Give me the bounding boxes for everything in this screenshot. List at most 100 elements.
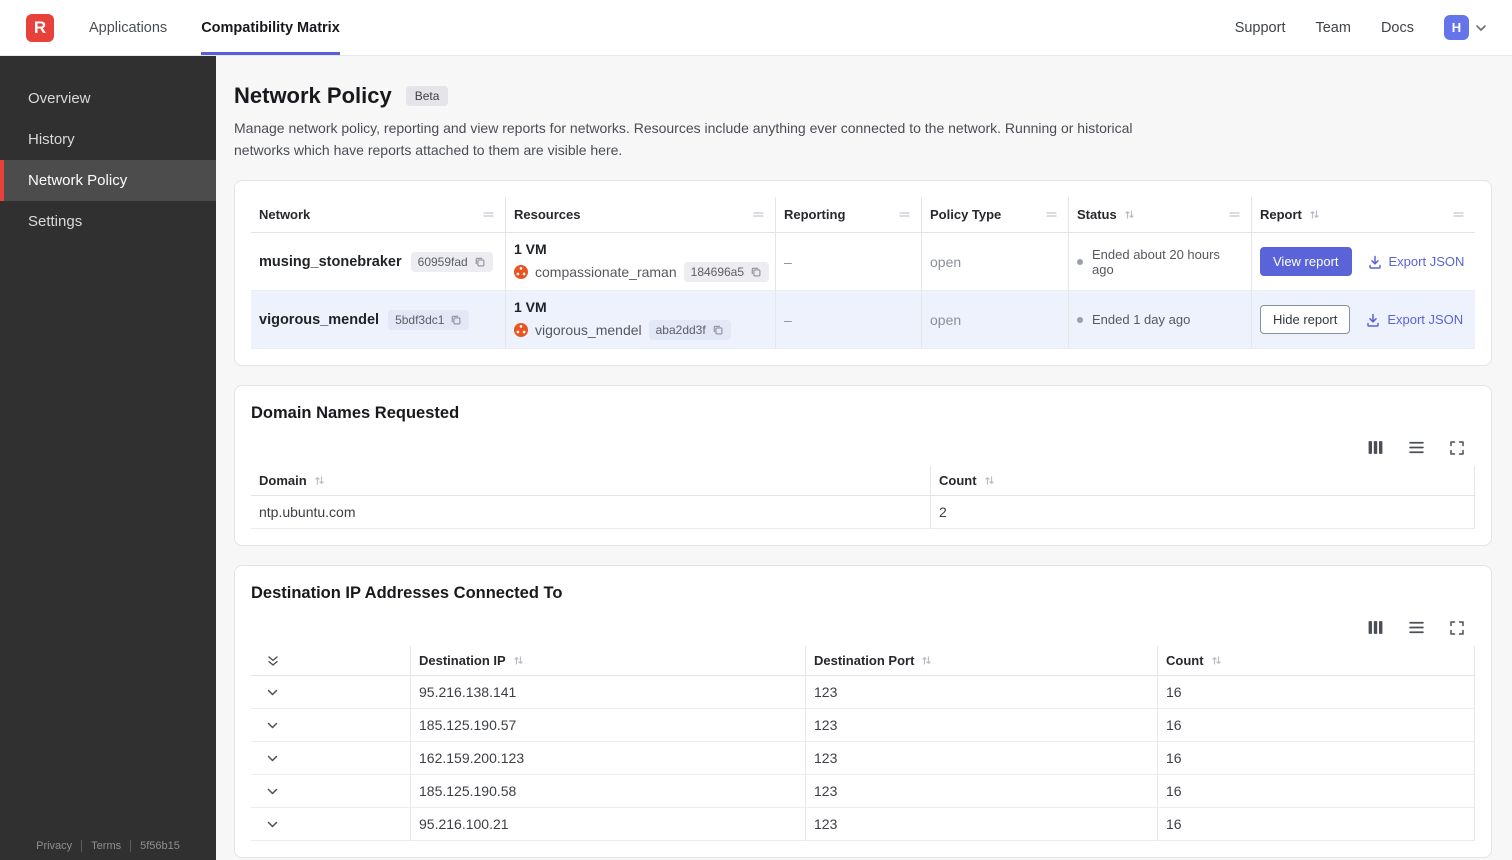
column-header-resources[interactable]: Resources [506, 197, 776, 234]
row-expander-cell [251, 676, 411, 710]
sidebar-footer: Privacy Terms 5f56b15 [0, 840, 216, 852]
columns-icon[interactable] [1367, 439, 1384, 456]
fullscreen-icon[interactable] [1449, 440, 1465, 456]
view-report-button[interactable]: View report [1260, 247, 1352, 277]
row-density-icon[interactable] [1408, 439, 1425, 456]
column-header-count[interactable]: Count [1158, 646, 1475, 677]
ubuntu-icon [514, 265, 528, 280]
column-header-policy-type[interactable]: Policy Type [922, 197, 1069, 234]
count-cell: 16 [1158, 742, 1475, 776]
copy-icon[interactable] [712, 324, 724, 336]
column-label: Domain [259, 473, 307, 489]
chevron-down-icon[interactable] [266, 818, 279, 831]
team-link[interactable]: Team [1315, 20, 1350, 36]
column-resize-handle-icon[interactable] [1452, 210, 1465, 219]
copy-icon[interactable] [474, 256, 486, 268]
chevron-down-icon[interactable] [266, 785, 279, 798]
column-label: Report [1260, 207, 1302, 223]
copy-icon[interactable] [750, 266, 762, 278]
hide-report-button[interactable]: Hide report [1260, 305, 1351, 335]
sidebar-item-network-policy[interactable]: Network Policy [0, 160, 216, 201]
sort-icon [984, 476, 994, 485]
copy-icon[interactable] [450, 314, 462, 326]
network-id-badge: 5bdf3dc1 [388, 309, 470, 330]
status-text: Ended about 20 hours ago [1092, 246, 1220, 277]
terms-link[interactable]: Terms [81, 840, 130, 852]
column-resize-handle-icon[interactable] [898, 210, 911, 219]
beta-badge: Beta [405, 86, 449, 106]
column-header-network[interactable]: Network [251, 197, 506, 234]
export-json-link[interactable]: Export JSON [1367, 254, 1464, 270]
sort-icon [314, 476, 324, 485]
destination-ip-cell: 162.159.200.123 [411, 742, 806, 776]
domains-card: Domain Names Requested Domain Count ntp.… [234, 385, 1492, 547]
chevron-down-icon [1476, 24, 1486, 31]
column-header-domain[interactable]: Domain [251, 466, 931, 497]
fullscreen-icon[interactable] [1449, 620, 1465, 636]
sidebar-item-overview[interactable]: Overview [0, 78, 216, 119]
user-menu[interactable]: H [1444, 15, 1488, 40]
sort-icon [1211, 656, 1221, 665]
chevron-down-icon[interactable] [266, 686, 279, 699]
nav-tab-compatibility-matrix[interactable]: Compatibility Matrix [201, 0, 340, 55]
policy-type-cell: open [922, 291, 1069, 350]
status-dot [1077, 258, 1083, 265]
column-header-destination-port[interactable]: Destination Port [806, 646, 1158, 677]
nav-tab-label: Applications [89, 19, 168, 36]
column-header-reporting[interactable]: Reporting [776, 197, 922, 234]
nav-tab-applications[interactable]: Applications [89, 0, 167, 55]
status-text: Ended 1 day ago [1092, 312, 1191, 328]
report-cell: View report Export JSON [1252, 233, 1475, 292]
sidebar-item-settings[interactable]: Settings [0, 201, 216, 242]
sort-icon [1124, 210, 1134, 219]
privacy-link[interactable]: Privacy [27, 840, 81, 852]
status-dot [1077, 316, 1083, 323]
networks-table: Network Resources Reporting Policy Type [251, 197, 1475, 350]
destination-ip-cell: 185.125.190.57 [411, 709, 806, 743]
column-header-destination-ip[interactable]: Destination IP [411, 646, 806, 677]
resource-id: aba2dd3f [655, 323, 706, 338]
avatar: H [1444, 15, 1469, 40]
destinations-card-title: Destination IP Addresses Connected To [251, 584, 563, 603]
column-label: Resources [514, 207, 581, 223]
column-header-status[interactable]: Status [1069, 197, 1252, 234]
chevron-down-icon[interactable] [266, 752, 279, 765]
resources-cell: 1 VM vigorous_mendel aba2dd3f [506, 291, 776, 350]
chevron-down-icon[interactable] [266, 719, 279, 732]
column-label: Reporting [784, 207, 846, 223]
avatar-initial: H [1451, 20, 1462, 35]
network-cell: vigorous_mendel 5bdf3dc1 [251, 291, 506, 350]
column-header-count[interactable]: Count [931, 466, 1475, 497]
column-resize-handle-icon[interactable] [1045, 210, 1058, 219]
app-logo[interactable]: R [26, 13, 54, 42]
sort-icon [513, 656, 523, 665]
sort-icon [1310, 210, 1319, 219]
support-link[interactable]: Support [1235, 20, 1286, 36]
sidebar-item-history[interactable]: History [0, 119, 216, 160]
column-header-report[interactable]: Report [1252, 197, 1475, 234]
sidebar-item-label: Network Policy [28, 172, 128, 189]
count-cell: 16 [1158, 808, 1475, 842]
reporting-cell: – [776, 291, 922, 350]
table-toolbar [251, 439, 1465, 456]
docs-link[interactable]: Docs [1381, 20, 1414, 36]
expand-all-icon[interactable] [266, 654, 280, 668]
status-cell: Ended 1 day ago [1069, 291, 1252, 350]
column-label: Policy Type [930, 207, 1002, 223]
columns-icon[interactable] [1367, 619, 1384, 636]
topbar: R Applications Compatibility Matrix Supp… [0, 0, 1512, 56]
count-cell: 16 [1158, 676, 1475, 710]
resources-cell: 1 VM compassionate_raman 184696a5 [506, 233, 776, 292]
column-resize-handle-icon[interactable] [752, 210, 765, 219]
nav-tab-label: Compatibility Matrix [201, 19, 340, 36]
column-header-expander [251, 646, 411, 677]
export-json-link[interactable]: Export JSON [1365, 312, 1463, 328]
column-label: Destination Port [814, 653, 915, 669]
vm-count: 1 VM [514, 299, 547, 316]
column-resize-handle-icon[interactable] [1228, 210, 1241, 219]
row-expander-cell [251, 709, 411, 743]
resource-row: compassionate_raman 184696a5 [514, 262, 770, 283]
column-resize-handle-icon[interactable] [482, 210, 495, 219]
network-id: 60959fad [417, 254, 468, 269]
row-density-icon[interactable] [1408, 619, 1425, 636]
